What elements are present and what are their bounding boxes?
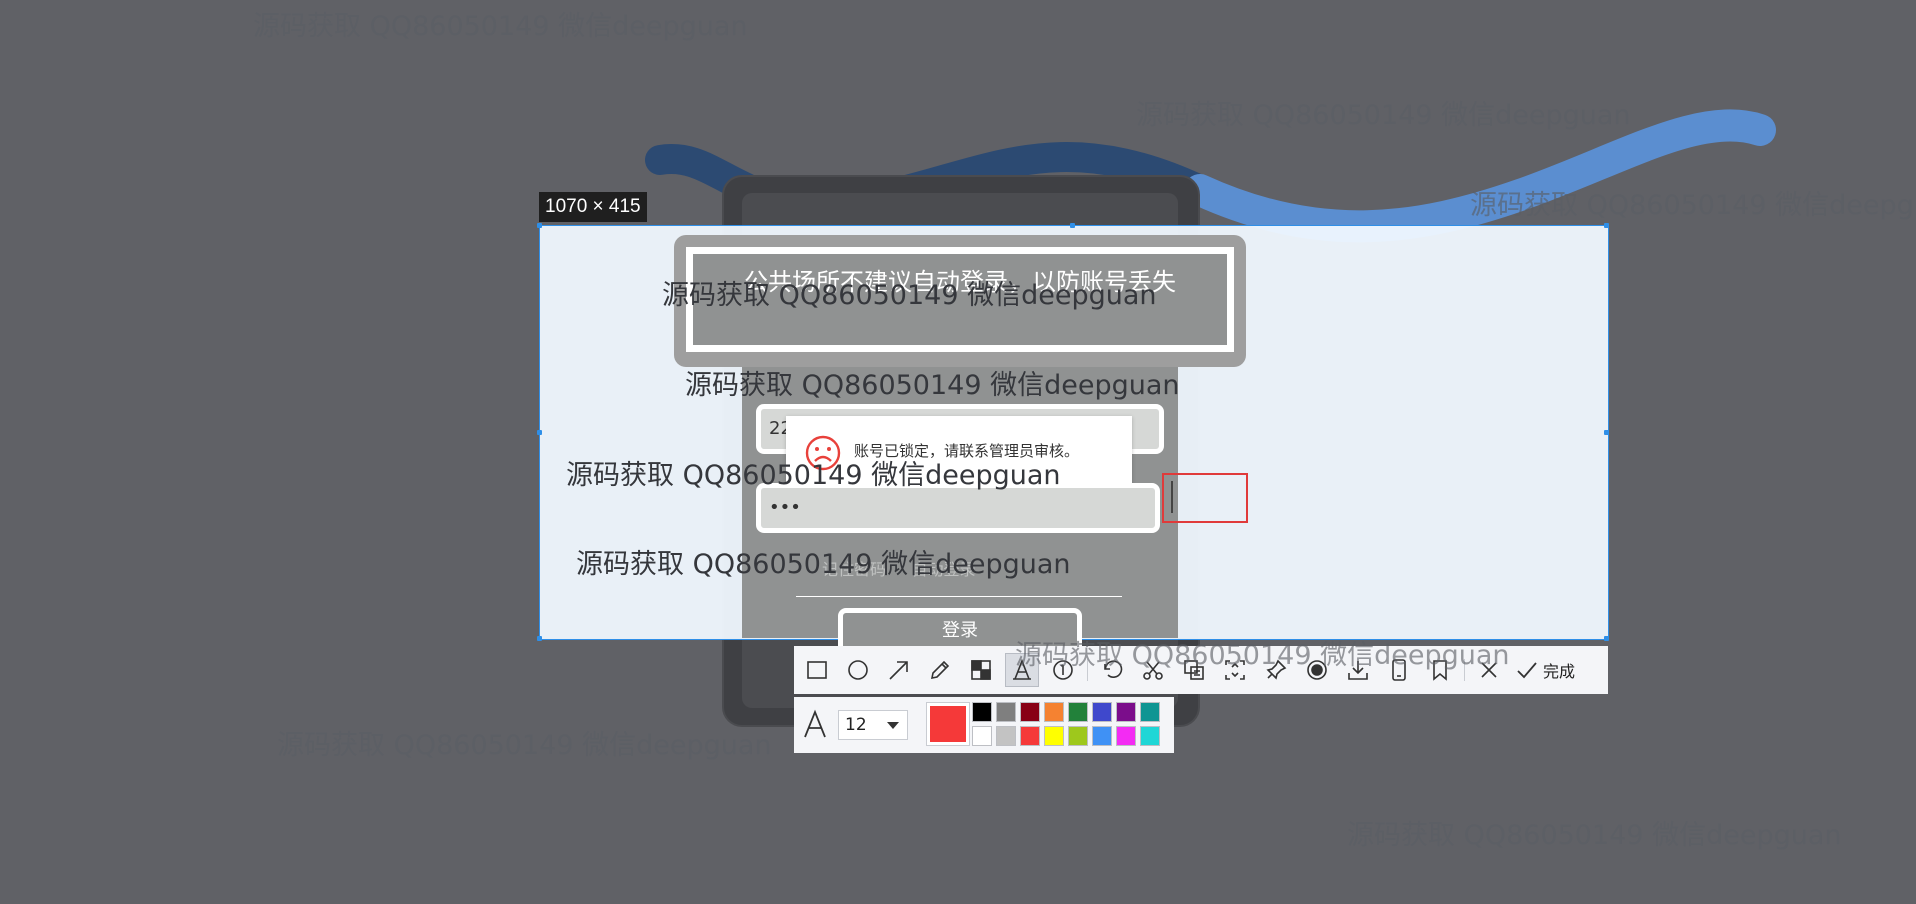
arrow-icon <box>889 661 908 680</box>
color-swatch[interactable] <box>1092 702 1112 722</box>
resize-handle-bottom-left[interactable] <box>537 636 542 641</box>
watermark: 源码获取 QQ86050149 微信deepguan <box>253 11 748 42</box>
ellipse-tool[interactable] <box>841 653 875 687</box>
text-options-bar: 12 <box>794 697 1174 753</box>
color-swatch[interactable] <box>1068 702 1088 722</box>
color-swatch[interactable] <box>972 702 992 722</box>
font-size-select[interactable]: 12 <box>838 710 908 740</box>
selection-size-label: 1070 × 415 <box>539 192 647 222</box>
watermark: 源码获取 QQ86050149 微信deepguan <box>277 730 772 761</box>
resize-handle-bottom-right[interactable] <box>1604 636 1609 641</box>
pencil-tool[interactable] <box>923 653 957 687</box>
ellipse-icon <box>848 660 868 680</box>
color-swatch[interactable] <box>1020 702 1040 722</box>
current-color-fill <box>930 706 966 742</box>
color-swatch[interactable] <box>1044 726 1064 746</box>
watermark: 源码获取 QQ86050149 微信deepguan <box>576 549 1071 580</box>
rectangle-tool[interactable] <box>800 653 834 687</box>
color-swatch[interactable] <box>996 726 1016 746</box>
font-size-value: 12 <box>845 715 867 735</box>
color-swatch[interactable] <box>972 726 992 746</box>
rectangle-icon <box>807 661 827 679</box>
done-button-label: 完成 <box>1543 662 1576 681</box>
color-swatch[interactable] <box>1044 702 1064 722</box>
color-swatch[interactable] <box>1020 726 1040 746</box>
watermark: 源码获取 QQ86050149 微信deepguan <box>566 460 1061 491</box>
watermark: 源码获取 QQ86050149 微信deepguan <box>1470 190 1916 221</box>
resize-handle-top-right[interactable] <box>1604 223 1609 228</box>
resize-handle-left[interactable] <box>537 430 542 435</box>
watermark: 源码获取 QQ86050149 微信deepguan <box>1015 640 1510 671</box>
watermark: 源码获取 QQ86050149 微信deepguan <box>662 280 1157 311</box>
color-swatch[interactable] <box>1140 702 1160 722</box>
color-swatch[interactable] <box>1068 726 1088 746</box>
done-button[interactable]: 完成 <box>1515 658 1575 682</box>
color-swatch[interactable] <box>996 702 1016 722</box>
divider <box>796 596 1122 597</box>
watermark: 源码获取 QQ86050149 微信deepguan <box>1347 820 1842 851</box>
pencil-icon <box>930 660 950 680</box>
resize-handle-top-left[interactable] <box>537 223 542 228</box>
color-swatch[interactable] <box>1140 726 1160 746</box>
watermark: 源码获取 QQ86050149 微信deepguan <box>1136 100 1631 131</box>
color-palette <box>972 702 1160 746</box>
resize-handle-right[interactable] <box>1604 430 1609 435</box>
mosaic-icon <box>971 660 991 680</box>
color-swatch[interactable] <box>1116 726 1136 746</box>
watermark: 源码获取 QQ86050149 微信deepguan <box>685 370 1180 401</box>
text-annotation-box[interactable] <box>1162 473 1248 523</box>
font-icon <box>804 709 826 738</box>
color-swatch[interactable] <box>1116 702 1136 722</box>
chevron-down-icon <box>887 722 899 729</box>
mosaic-tool[interactable] <box>964 653 998 687</box>
color-swatch[interactable] <box>1092 726 1112 746</box>
arrow-tool[interactable] <box>882 653 916 687</box>
current-color-swatch[interactable] <box>926 702 970 746</box>
resize-handle-top[interactable] <box>1070 223 1075 228</box>
check-icon <box>1517 662 1537 679</box>
text-caret <box>1171 481 1173 513</box>
